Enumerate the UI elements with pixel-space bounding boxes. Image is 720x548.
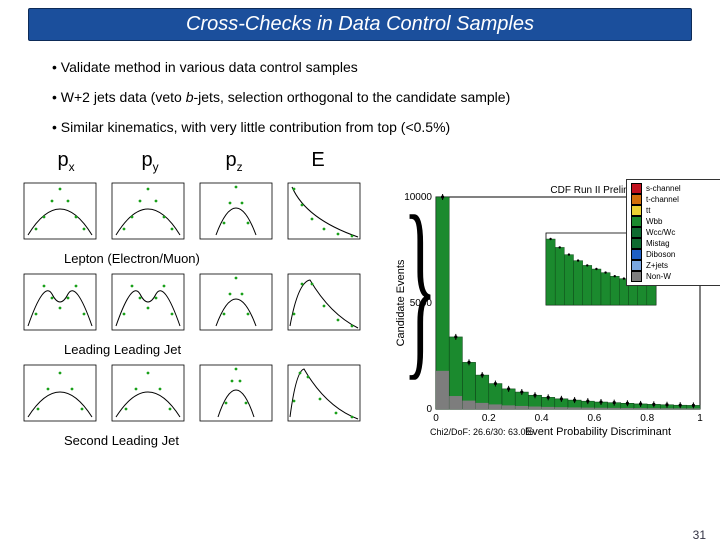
row-label-jet1: Leading Leading Jet	[64, 342, 378, 357]
svg-text:0.4: 0.4	[535, 413, 549, 424]
slide-title-bar: Cross-Checks in Data Control Samples	[28, 8, 692, 41]
legend-item: Z+jets	[631, 260, 720, 271]
legend-item: Diboson	[631, 249, 720, 260]
svg-text:0.8: 0.8	[640, 413, 654, 424]
legend-item: Mistag	[631, 238, 720, 249]
mini-jet2-py	[106, 361, 190, 431]
mini-lepton-px	[18, 179, 102, 249]
bullet-list: • Validate method in various data contro…	[52, 59, 680, 135]
col-header-py: py	[108, 149, 192, 174]
svg-text:0: 0	[433, 413, 439, 424]
svg-text:Event Probability Discriminant: Event Probability Discriminant	[525, 426, 671, 438]
row-label-jet2: Second Leading Jet	[64, 433, 378, 448]
legend-item: Wbb	[631, 216, 720, 227]
mini-jet1-pz	[194, 270, 278, 340]
mini-jet2-e	[282, 361, 366, 431]
bullet-2-text: W+2 jets data (veto b-jets, selection or…	[61, 89, 510, 105]
legend-item: Non-W	[631, 271, 720, 282]
svg-text:0: 0	[426, 404, 432, 415]
legend: s-channelt-channelttWbbWcc/WcMistagDibos…	[626, 179, 720, 286]
bullet-2: • W+2 jets data (veto b-jets, selection …	[52, 89, 680, 105]
mini-row-jet2	[18, 361, 378, 431]
mini-lepton-e	[282, 179, 366, 249]
mini-jet1-px	[18, 270, 102, 340]
svg-text:1: 1	[697, 413, 703, 424]
svg-text:Candidate Events: Candidate Events	[395, 259, 407, 346]
col-header-pz: pz	[192, 149, 276, 174]
mini-lepton-py	[106, 179, 190, 249]
mini-jet2-pz	[194, 361, 278, 431]
mini-jet2-px	[18, 361, 102, 431]
col-header-px: px	[24, 149, 108, 174]
bullet-3: • Similar kinematics, with very little c…	[52, 119, 680, 135]
legend-item: t-channel	[631, 194, 720, 205]
mini-lepton-pz	[194, 179, 278, 249]
svg-text:0.2: 0.2	[482, 413, 496, 424]
legend-item: tt	[631, 205, 720, 216]
content-area: px py pz E Lepton (Electron/Muon) Leadin…	[18, 149, 706, 174]
bullet-1: • Validate method in various data contro…	[52, 59, 680, 75]
mini-jet1-py	[106, 270, 190, 340]
row-label-lepton: Lepton (Electron/Muon)	[64, 251, 378, 266]
mini-jet1-e	[282, 270, 366, 340]
legend-item: Wcc/Wc	[631, 227, 720, 238]
svg-text:5000: 5000	[410, 298, 433, 309]
column-headers: px py pz E	[24, 149, 706, 174]
svg-text:10000: 10000	[404, 192, 432, 203]
svg-text:0.6: 0.6	[587, 413, 601, 424]
slide-title: Cross-Checks in Data Control Samples	[186, 13, 534, 35]
col-header-e: E	[276, 149, 360, 174]
legend-item: s-channel	[631, 183, 720, 194]
svg-text:Chi2/DoF: 26.6/30: 63.0%: Chi2/DoF: 26.6/30: 63.0%	[430, 427, 534, 437]
mini-row-lepton	[18, 179, 378, 249]
mini-row-jet1	[18, 270, 378, 340]
mini-plot-grid: Lepton (Electron/Muon) Leading Leading J…	[18, 179, 378, 452]
